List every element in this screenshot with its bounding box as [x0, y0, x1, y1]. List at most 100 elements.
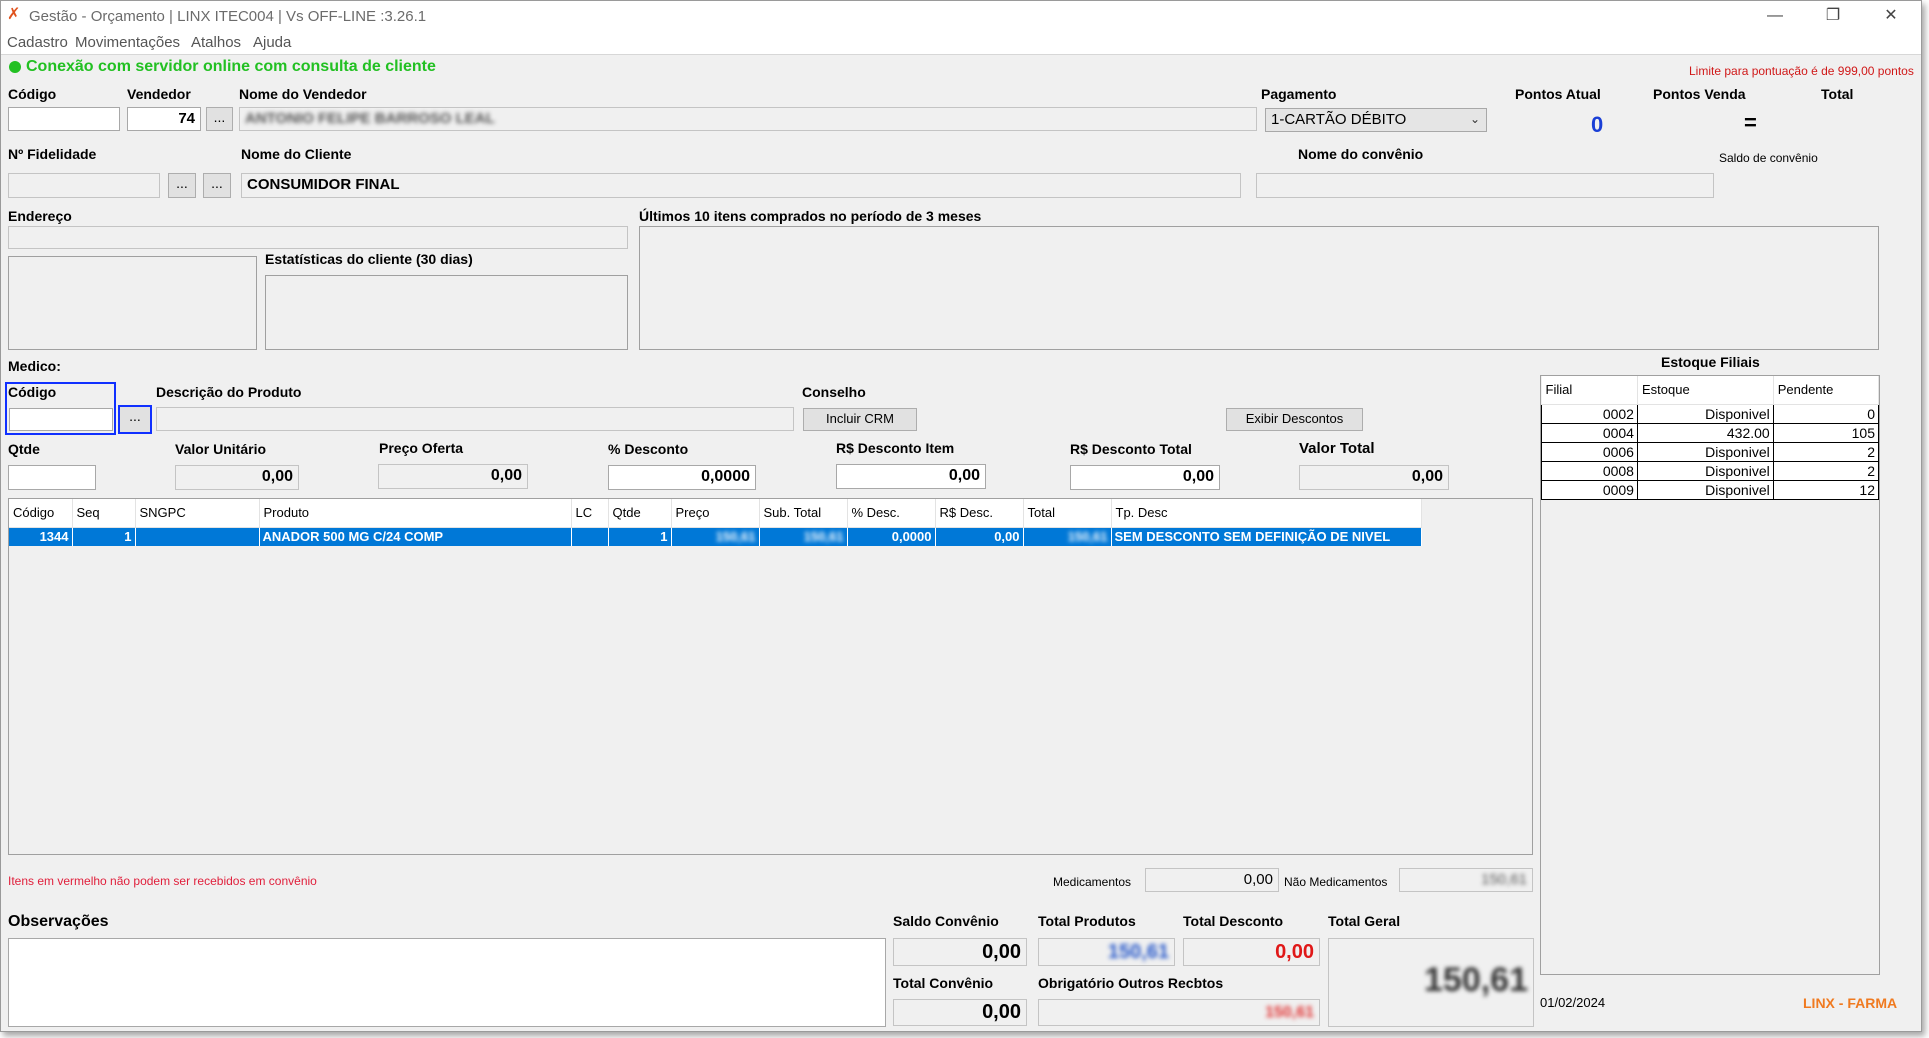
endereco-label: Endereço [8, 208, 72, 224]
col-qtde[interactable]: Qtde [608, 499, 672, 528]
nao-medicamentos-field: 150,61 [1399, 868, 1533, 892]
codigo-produto-label: Código [8, 384, 57, 400]
desconto-total-input[interactable]: 0,00 [1070, 465, 1220, 490]
fidelidade-label: Nº Fidelidade [8, 146, 97, 162]
table-row[interactable]: 0004 432.00 105 [1541, 422, 1879, 443]
col-produto[interactable]: Produto [259, 499, 572, 528]
total-geral-value: 150,61 [1424, 961, 1528, 999]
window-title: Gestão - Orçamento | LINX ITEC004 | Vs O… [29, 8, 427, 25]
estatisticas-panel [265, 275, 628, 350]
cell-preco-value: 150,61 [715, 529, 756, 545]
stock-pendente: 12 [1772, 479, 1879, 500]
codigo-input[interactable] [8, 107, 120, 131]
pontos-venda-value: = [1744, 110, 1757, 135]
stock-header-row: Filial Estoque Pendente [1541, 376, 1879, 405]
incluir-crm-button[interactable]: Incluir CRM [803, 408, 917, 431]
col-total[interactable]: Total [1023, 499, 1112, 528]
chevron-down-icon: ⌄ [1469, 112, 1480, 126]
cliente-info-panel [8, 256, 257, 350]
minimize-button[interactable]: — [1747, 1, 1803, 31]
col-pendente[interactable]: Pendente [1773, 376, 1879, 405]
cell-subtotal: 150,61 [759, 527, 848, 546]
codigo-produto-input[interactable] [9, 408, 113, 431]
col-codigo[interactable]: Código [9, 499, 73, 528]
cell-desc-valor: 0,00 [935, 527, 1024, 546]
menu-movimentacoes[interactable]: Movimentações [75, 34, 180, 51]
close-button[interactable]: ✕ [1863, 1, 1919, 31]
fidelidade-search-button[interactable]: ... [168, 173, 196, 198]
col-seq[interactable]: Seq [72, 499, 136, 528]
col-desc-pct[interactable]: % Desc. [847, 499, 936, 528]
table-row[interactable]: 0002 Disponivel 0 [1541, 403, 1879, 424]
pontos-atual-label: Pontos Atual [1515, 86, 1601, 102]
table-row[interactable]: 0006 Disponivel 2 [1541, 441, 1879, 462]
observacoes-label: Observações [8, 913, 109, 930]
desconto-item-label: R$ Desconto Item [836, 440, 955, 456]
qtde-input[interactable] [8, 465, 96, 490]
col-desc-valor[interactable]: R$ Desc. [935, 499, 1024, 528]
total-desconto-field: 0,00 [1183, 938, 1320, 966]
col-lc[interactable]: LC [571, 499, 609, 528]
cell-qtde: 1 [608, 527, 672, 546]
estatisticas-label: Estatísticas do cliente (30 dias) [265, 251, 473, 267]
stock-table: Filial Estoque Pendente 0002 Disponivel … [1541, 376, 1879, 500]
stock-grid[interactable]: Filial Estoque Pendente 0002 Disponivel … [1540, 375, 1880, 975]
total-produtos-field: 150,61 [1038, 938, 1175, 966]
table-row[interactable]: 1344 1 ANADOR 500 MG C/24 COMP 1 150,61 … [9, 527, 1422, 546]
connection-status: Conexão com servidor online com consulta… [26, 58, 436, 75]
observacoes-textarea[interactable] [8, 938, 886, 1027]
exibir-descontos-button[interactable]: Exibir Descontos [1226, 408, 1363, 431]
title-bar: ✗ Gestão - Orçamento | LINX ITEC004 | Vs… [1, 1, 1921, 31]
menu-cadastro[interactable]: Cadastro [7, 34, 68, 51]
vendedor-input[interactable]: 74 [127, 107, 201, 131]
fidelidade-input[interactable] [8, 173, 160, 198]
cell-lc [571, 527, 609, 546]
cell-sngpc [135, 527, 260, 546]
desconto-item-input[interactable]: 0,00 [836, 464, 986, 489]
obrigatorio-field: 150,61 [1038, 999, 1320, 1026]
desconto-pct-input[interactable]: 0,0000 [608, 465, 756, 490]
pagamento-select[interactable]: 1-CARTÃO DÉBITO ⌄ [1265, 108, 1487, 132]
col-sngpc[interactable]: SNGPC [135, 499, 260, 528]
brand-label: LINX - FARMA [1803, 995, 1898, 1011]
cliente-search-button[interactable]: ... [203, 173, 231, 198]
points-limit-note: Limite para pontuação é de 999,00 pontos [1689, 64, 1914, 78]
items-grid[interactable]: Código Seq SNGPC Produto LC Qtde Preço S… [8, 498, 1533, 855]
restore-button[interactable]: ❐ [1805, 1, 1861, 31]
total-label: Total [1821, 86, 1854, 102]
items-table: Código Seq SNGPC Produto LC Qtde Preço S… [9, 499, 1422, 546]
obrigatorio-label: Obrigatório Outros Recbtos [1038, 975, 1224, 991]
col-subtotal[interactable]: Sub. Total [759, 499, 848, 528]
app-logo-icon: ✗ [7, 6, 21, 23]
stock-pendente: 2 [1772, 441, 1879, 462]
table-row[interactable]: 0009 Disponivel 12 [1541, 479, 1879, 500]
stock-filial: 0006 [1541, 441, 1638, 462]
stock-pendente: 2 [1772, 460, 1879, 481]
col-tp-desc[interactable]: Tp. Desc [1111, 499, 1422, 528]
descricao-produto-label: Descrição do Produto [156, 384, 302, 400]
convenio-warning: Itens em vermelho não podem ser recebido… [8, 874, 317, 888]
menu-ajuda[interactable]: Ajuda [253, 34, 291, 51]
stock-estoque: Disponivel [1636, 441, 1774, 462]
cell-seq: 1 [72, 527, 136, 546]
stock-estoque: Disponivel [1636, 460, 1774, 481]
table-row[interactable]: 0008 Disponivel 2 [1541, 460, 1879, 481]
total-produtos-label: Total Produtos [1038, 913, 1136, 929]
col-estoque[interactable]: Estoque [1637, 376, 1774, 405]
stock-pendente: 105 [1772, 422, 1879, 443]
nome-cliente-field: CONSUMIDOR FINAL [241, 173, 1241, 198]
cell-subtotal-value: 150,61 [803, 529, 844, 545]
col-filial[interactable]: Filial [1541, 376, 1638, 405]
current-date: 01/02/2024 [1540, 995, 1606, 1010]
cell-produto: ANADOR 500 MG C/24 COMP [259, 527, 572, 546]
nao-medicamentos-value: 150,61 [1481, 871, 1527, 888]
vendedor-label: Vendedor [127, 86, 191, 102]
produto-search-button[interactable]: ... [118, 405, 152, 434]
menu-atalhos[interactable]: Atalhos [191, 34, 241, 51]
col-preco[interactable]: Preço [671, 499, 760, 528]
stock-estoque: 432.00 [1636, 422, 1774, 443]
vendedor-search-button[interactable]: ... [206, 107, 233, 131]
nome-cliente-label: Nome do Cliente [241, 146, 352, 162]
cell-preco: 150,61 [671, 527, 760, 546]
qtde-label: Qtde [8, 441, 40, 457]
